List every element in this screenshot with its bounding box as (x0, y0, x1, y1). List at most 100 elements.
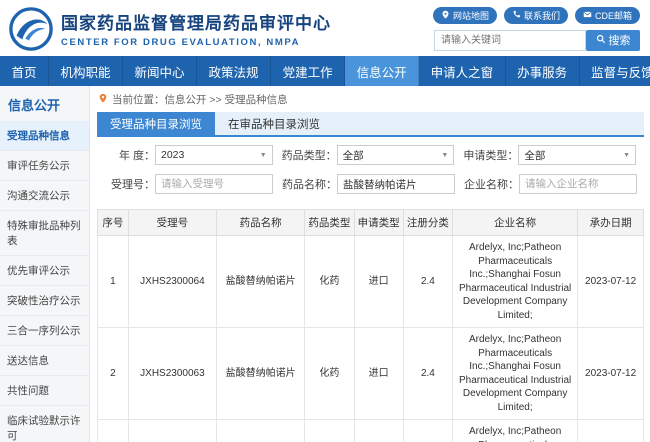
apply-type-select[interactable]: 全部 ▼ (518, 145, 636, 165)
cell-drug-name: 盐酸替纳帕诺片 (217, 420, 305, 442)
cde-logo (8, 6, 54, 52)
chevron-down-icon: ▼ (623, 152, 630, 159)
drug-name-label: 药品名称： (279, 176, 337, 192)
drug-type-select[interactable]: 全部 ▼ (337, 145, 455, 165)
tab-under-review-catalog[interactable]: 在审品种目录浏览 (215, 112, 333, 135)
company-label: 企业名称： (461, 176, 519, 192)
cell-reg-class: 2.4 (403, 328, 452, 420)
year-select-value: 2023 (161, 149, 184, 161)
filter-row-2: 受理号： 药品名称： 企业名称： 查询 (97, 173, 642, 195)
sidebar-title: 信息公开 (0, 86, 89, 121)
table-row: 3 JXHS2300062 盐酸替纳帕诺片 化药 进口 2.4 Ardelyx,… (98, 420, 644, 442)
site-titles: 国家药品监督管理局药品审评中心 CENTER FOR DRUG EVALUATI… (61, 9, 331, 48)
nav-item-functions[interactable]: 机构职能 (49, 56, 123, 86)
nav-item-party[interactable]: 党建工作 (271, 56, 345, 86)
cell-company: Ardelyx, Inc;Patheon Pharmaceuticals Inc… (453, 420, 578, 442)
drug-type-label: 药品类型： (279, 147, 337, 163)
search-button-label: 搜索 (609, 32, 631, 48)
search-input[interactable] (434, 30, 586, 51)
sidebar-item-priority-review[interactable]: 优先审评公示 (0, 256, 89, 286)
search-button[interactable]: 搜索 (586, 30, 640, 51)
sidebar-item-breakthrough-therapy[interactable]: 突破性治疗公示 (0, 286, 89, 316)
apply-type-label: 申请类型： (460, 147, 518, 163)
sidebar-item-review-tasks[interactable]: 审评任务公示 (0, 151, 89, 181)
apply-type-select-value: 全部 (524, 148, 545, 163)
header-right: 网站地图 联系我们 CDE邮箱 搜索 (433, 7, 640, 51)
cell-drug-type: 化药 (305, 420, 354, 442)
sidebar-item-communication[interactable]: 沟通交流公示 (0, 181, 89, 211)
col-header-drug-type: 药品类型 (305, 210, 354, 236)
cell-date: 2023-07-12 (578, 328, 644, 420)
content: 信息公开 受理品种信息 审评任务公示 沟通交流公示 特殊审批品种列表 优先审评公… (0, 86, 650, 442)
filter-form: 年 度： 2023 ▼ 药品类型： 全部 ▼ 申请类型： 全部 ▼ (97, 137, 644, 209)
col-header-date: 承办日期 (578, 210, 644, 236)
sidebar: 信息公开 受理品种信息 审评任务公示 沟通交流公示 特殊审批品种列表 优先审评公… (0, 86, 90, 442)
mailbox-link[interactable]: CDE邮箱 (575, 7, 640, 24)
cell-accept-no: JXHS2300064 (128, 236, 216, 328)
cell-accept-no: JXHS2300062 (128, 420, 216, 442)
site-title: 国家药品监督管理局药品审评中心 (61, 9, 331, 34)
table-row: 1 JXHS2300064 盐酸替纳帕诺片 化药 进口 2.4 Ardelyx,… (98, 236, 644, 328)
breadcrumb: 当前位置：信息公开 >> 受理品种信息 (97, 89, 644, 112)
accept-no-input[interactable] (155, 174, 273, 194)
cell-drug-name: 盐酸替纳帕诺片 (217, 236, 305, 328)
nav-item-news[interactable]: 新闻中心 (123, 56, 197, 86)
sidebar-item-clinical-trial-license[interactable]: 临床试验默示许可 (0, 406, 89, 442)
location-pin-icon (441, 10, 450, 21)
accept-no-label: 受理号： (97, 176, 155, 192)
cell-company: Ardelyx, Inc;Patheon Pharmaceuticals Inc… (453, 236, 578, 328)
tab-accepted-catalog[interactable]: 受理品种目录浏览 (97, 112, 215, 135)
mail-icon (583, 10, 592, 21)
drug-name-input[interactable] (337, 174, 455, 194)
mailbox-label: CDE邮箱 (595, 9, 632, 22)
cell-reg-class: 2.4 (403, 420, 452, 442)
cell-reg-class: 2.4 (403, 236, 452, 328)
sidebar-item-special-approval[interactable]: 特殊审批品种列表 (0, 211, 89, 256)
sitemap-link[interactable]: 网站地图 (433, 7, 497, 24)
col-header-reg-class: 注册分类 (403, 210, 452, 236)
year-label: 年 度： (97, 147, 155, 163)
nav-item-info-disclosure[interactable]: 信息公开 (345, 56, 419, 86)
breadcrumb-pin-icon (98, 93, 108, 106)
page: 国家药品监督管理局药品审评中心 CENTER FOR DRUG EVALUATI… (0, 0, 650, 442)
tab-bar: 受理品种目录浏览 在审品种目录浏览 (97, 112, 644, 137)
cell-index: 2 (98, 328, 129, 420)
phone-icon (512, 10, 521, 21)
main-nav: 首页 机构职能 新闻中心 政策法规 党建工作 信息公开 申请人之窗 办事服务 监… (0, 56, 650, 86)
chevron-down-icon: ▼ (260, 152, 267, 159)
cell-date: 2023-07-12 (578, 236, 644, 328)
cell-apply-type: 进口 (354, 236, 403, 328)
cell-apply-type: 进口 (354, 420, 403, 442)
search-icon (596, 34, 606, 47)
cell-drug-type: 化药 (305, 328, 354, 420)
results-table: 序号 受理号 药品名称 药品类型 申请类型 注册分类 企业名称 承办日期 1 J… (97, 209, 644, 442)
nav-item-supervision[interactable]: 监督与反馈 (580, 56, 650, 86)
cell-apply-type: 进口 (354, 328, 403, 420)
nav-item-policies[interactable]: 政策法规 (197, 56, 271, 86)
cell-drug-name: 盐酸替纳帕诺片 (217, 328, 305, 420)
year-select[interactable]: 2023 ▼ (155, 145, 273, 165)
sidebar-item-accepted-varieties[interactable]: 受理品种信息 (0, 121, 89, 151)
contact-link[interactable]: 联系我们 (504, 7, 568, 24)
site-subtitle: CENTER FOR DRUG EVALUATION, NMPA (61, 37, 331, 48)
table-header-row: 序号 受理号 药品名称 药品类型 申请类型 注册分类 企业名称 承办日期 (98, 210, 644, 236)
chevron-down-icon: ▼ (441, 152, 448, 159)
sidebar-item-common-issues[interactable]: 共性问题 (0, 376, 89, 406)
drug-type-select-value: 全部 (343, 148, 364, 163)
nav-item-applicant-window[interactable]: 申请人之窗 (419, 56, 506, 86)
contact-label: 联系我们 (524, 9, 560, 22)
sitemap-label: 网站地图 (453, 9, 489, 22)
col-header-index: 序号 (98, 210, 129, 236)
cell-date: 2023-07-12 (578, 420, 644, 442)
cell-accept-no: JXHS2300063 (128, 328, 216, 420)
cell-index: 3 (98, 420, 129, 442)
table-row: 2 JXHS2300063 盐酸替纳帕诺片 化药 进口 2.4 Ardelyx,… (98, 328, 644, 420)
col-header-accept-no: 受理号 (128, 210, 216, 236)
company-input[interactable] (519, 174, 637, 194)
sidebar-item-delivery-info[interactable]: 送达信息 (0, 346, 89, 376)
col-header-apply-type: 申请类型 (354, 210, 403, 236)
col-header-drug-name: 药品名称 (217, 210, 305, 236)
sidebar-item-three-in-one[interactable]: 三合一序列公示 (0, 316, 89, 346)
nav-item-services[interactable]: 办事服务 (506, 56, 580, 86)
nav-item-home[interactable]: 首页 (0, 56, 49, 86)
